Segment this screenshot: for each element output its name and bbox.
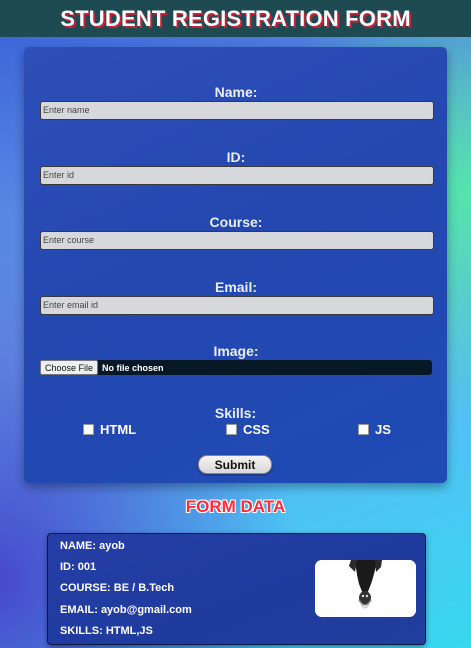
email-label: Email: bbox=[214, 279, 257, 295]
skills-label: Skills: bbox=[214, 405, 257, 421]
form-data-card: NAME: ayob ID: 001 COURSE: BE / B.Tech E… bbox=[47, 533, 426, 645]
form-data-heading: FORM DATA bbox=[185, 497, 286, 516]
id-label: ID: bbox=[226, 149, 246, 165]
choose-file-button[interactable]: Choose File bbox=[40, 360, 99, 375]
skill-html-label: HTML bbox=[100, 422, 137, 437]
image-file-input[interactable]: Choose File No file chosen bbox=[40, 360, 432, 375]
student-photo bbox=[315, 560, 416, 617]
file-status: No file chosen bbox=[102, 362, 164, 373]
data-email-line: EMAIL: ayob@gmail.com bbox=[60, 604, 192, 616]
name-field-group: Name: Enter name bbox=[40, 84, 434, 120]
email-field-group: Email: Enter email id bbox=[40, 279, 434, 315]
id-field-group: ID: Enter id bbox=[40, 149, 434, 185]
skill-html-option[interactable]: HTML bbox=[83, 422, 136, 437]
data-course-line: COURSE: BE / B.Tech bbox=[60, 582, 175, 594]
submit-button[interactable]: Submit bbox=[198, 455, 272, 474]
header-bar: STUDENT REGISTRATION FORM bbox=[0, 0, 471, 37]
image-label: Image: bbox=[213, 343, 259, 359]
name-label: Name: bbox=[214, 84, 258, 100]
skill-css-option[interactable]: CSS bbox=[226, 422, 270, 437]
page-title: STUDENT REGISTRATION FORM bbox=[60, 5, 411, 31]
registration-form: Name: Enter name ID: Enter id Course: En… bbox=[24, 47, 447, 483]
data-name-line: NAME: ayob bbox=[60, 540, 125, 552]
skill-js-option[interactable]: JS bbox=[358, 422, 391, 437]
skill-css-checkbox[interactable] bbox=[226, 424, 237, 435]
skill-html-checkbox[interactable] bbox=[83, 424, 94, 435]
skill-js-checkbox[interactable] bbox=[358, 424, 369, 435]
student-photo-image bbox=[315, 560, 416, 617]
data-skills-line: SKILLS: HTML,JS bbox=[60, 625, 153, 637]
course-label: Course: bbox=[209, 214, 263, 230]
skill-css-label: CSS bbox=[243, 422, 270, 437]
id-input[interactable]: Enter id bbox=[40, 166, 434, 185]
name-input[interactable]: Enter name bbox=[40, 101, 434, 120]
skill-js-label: JS bbox=[375, 422, 391, 437]
image-field-group: Image: Choose File No file chosen bbox=[40, 343, 432, 375]
data-id-line: ID: 001 bbox=[60, 561, 97, 573]
course-input[interactable]: Enter course bbox=[40, 231, 434, 250]
course-field-group: Course: Enter course bbox=[40, 214, 434, 250]
email-input[interactable]: Enter email id bbox=[40, 296, 434, 315]
